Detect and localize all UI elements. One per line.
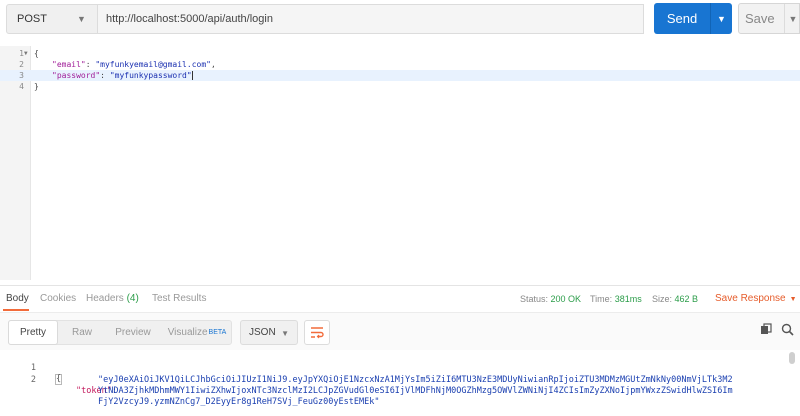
active-tab-indicator	[3, 309, 29, 311]
line-number: 2	[19, 60, 24, 69]
method-select[interactable]: POST ▼	[6, 4, 98, 34]
raw-button[interactable]: Raw	[61, 321, 103, 344]
time-value: 381ms	[614, 294, 642, 304]
editor-line: 4 }	[0, 81, 800, 92]
view-mode-group: Pretty Raw Preview Visualize BETA	[8, 320, 232, 345]
line-text: }	[34, 82, 39, 91]
wrap-lines-button[interactable]	[304, 320, 330, 345]
size-value: 462 B	[674, 294, 699, 304]
tab-headers-label: Headers	[86, 293, 124, 304]
open-brace: {	[55, 374, 63, 385]
tab-test-results[interactable]: Test Results	[152, 293, 206, 304]
response-tabs: Body Cookies Headers (4) Test Results St…	[0, 285, 800, 311]
tab-cookies[interactable]: Cookies	[40, 293, 76, 304]
json-value: "myfunkyemail@gmail.com"	[95, 60, 211, 69]
save-response-label: Save Response	[715, 293, 786, 304]
line-number: 1	[19, 49, 24, 58]
format-select[interactable]: JSON ▼	[240, 320, 298, 345]
beta-badge: BETA	[208, 329, 227, 336]
method-label: POST	[17, 13, 47, 25]
search-icon[interactable]	[781, 323, 794, 336]
response-line: 2 "token":	[0, 364, 117, 408]
line-number: 4	[19, 82, 24, 91]
line-text: "password": "myfunkypassword"	[52, 70, 193, 81]
visualize-label: Visualize	[167, 327, 208, 338]
chevron-down-icon: ▼	[281, 329, 289, 338]
json-key: "password"	[52, 71, 101, 80]
json-separator: :	[100, 71, 110, 80]
tab-body[interactable]: Body	[6, 293, 29, 304]
pretty-button[interactable]: Pretty	[8, 320, 58, 345]
request-body-editor[interactable]: 1 ▼ { 2 "email": "myfunkyemail@gmail.com…	[0, 46, 800, 280]
save-button[interactable]: Save ▼	[738, 3, 800, 34]
token-line: "eyJ0eXAiOiJKV1QiLCJhbGciOiJIUzI1NiJ9.ey…	[98, 375, 733, 385]
status-value: 200 OK	[550, 294, 582, 304]
fold-arrow-icon[interactable]: ▼	[24, 48, 28, 59]
preview-button[interactable]: Preview	[105, 321, 161, 344]
line-number: 2	[30, 375, 36, 385]
save-label: Save	[745, 11, 775, 26]
token-line: FjY2VzcyJ9.yzmNZnCg7_D2EyyEr8g1ReH7SVj_F…	[98, 397, 380, 407]
response-toolbar: Pretty Raw Preview Visualize BETA JSON ▼	[0, 312, 800, 350]
token-line: YtNDA3ZjhkMDhmMWY1IiwiZXhwIjoxNTc3NzclMz…	[98, 386, 733, 396]
json-value: "myfunkypassword"	[109, 71, 192, 80]
send-label: Send	[666, 11, 698, 26]
copy-icon[interactable]	[760, 323, 772, 335]
save-options-chevron-icon[interactable]: ▼	[784, 4, 800, 33]
line-number: 3	[19, 71, 24, 80]
json-separator: :	[85, 60, 96, 69]
wrap-lines-icon	[311, 327, 324, 339]
line-text: {	[34, 49, 39, 58]
time-readout: Time: 381ms	[590, 294, 642, 304]
scrollbar[interactable]	[789, 352, 795, 364]
status-label: Status:	[520, 294, 549, 304]
headers-count-badge: (4)	[126, 293, 139, 304]
line-number: 1	[30, 363, 36, 373]
chevron-down-icon: ▼	[77, 14, 86, 24]
tab-headers[interactable]: Headers (4)	[86, 293, 139, 304]
text-cursor	[191, 71, 193, 80]
json-key: "email"	[52, 60, 86, 69]
editor-line-active: 3 "password": "myfunkypassword"	[0, 70, 800, 81]
response-body[interactable]: 1 { 2 "token": "eyJ0eXAiOiJKV1QiLCJhbGci…	[0, 350, 800, 416]
send-button[interactable]: Send ▼	[654, 3, 732, 34]
size-readout: Size: 462 B	[652, 294, 698, 304]
line-text: "email": "myfunkyemail@gmail.com",	[52, 59, 216, 70]
send-options-chevron-icon[interactable]: ▼	[710, 3, 732, 34]
visualize-button[interactable]: Visualize BETA	[163, 321, 231, 344]
editor-line: 2 "email": "myfunkyemail@gmail.com",	[0, 59, 800, 70]
format-label: JSON	[249, 327, 276, 338]
time-label: Time:	[590, 294, 613, 304]
json-comma: ,	[210, 60, 216, 69]
size-label: Size:	[652, 294, 673, 304]
editor-line: 1 ▼ {	[0, 48, 800, 59]
url-text: http://localhost:5000/api/auth/login	[106, 13, 273, 25]
url-input[interactable]: http://localhost:5000/api/auth/login	[98, 4, 644, 34]
request-bar: POST ▼ http://localhost:5000/api/auth/lo…	[0, 0, 800, 38]
chevron-down-icon: ▼	[789, 296, 797, 303]
status-readout: Status: 200 OK	[520, 294, 581, 304]
save-response-button[interactable]: Save Response ▼	[715, 293, 797, 304]
